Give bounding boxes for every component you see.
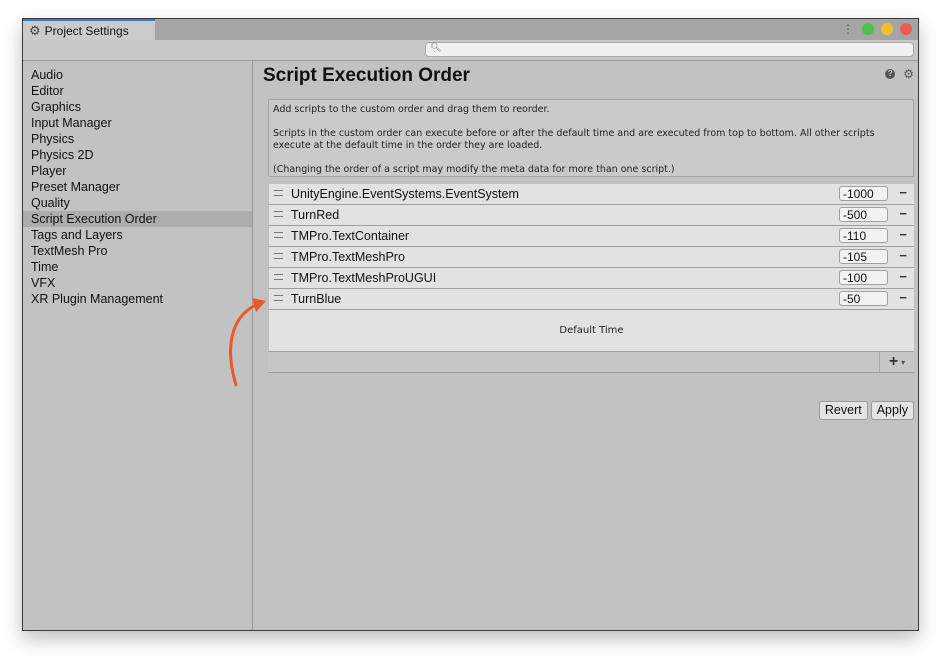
script-row[interactable]: UnityEngine.EventSystems.EventSystem -100…	[268, 184, 914, 205]
more-options-icon[interactable]: ⋮	[842, 22, 854, 36]
remove-script-button[interactable]: −	[899, 206, 907, 221]
script-name: TMPro.TextMeshPro	[291, 250, 405, 264]
sidebar-list: Audio Editor Graphics Input Manager Physics P…	[23, 61, 252, 307]
info-line-3: (Changing the order of a script may modi…	[273, 164, 675, 175]
sidebar-item-quality[interactable]: Quality	[23, 195, 252, 211]
tab-title: Project Settings	[44, 23, 129, 38]
header-icons: ? ⚙	[885, 68, 914, 80]
order-input[interactable]: -100	[839, 270, 888, 285]
settings-gear-icon[interactable]: ⚙	[903, 68, 914, 80]
drag-handle-icon[interactable]	[274, 190, 283, 196]
sidebar-item-physics[interactable]: Physics	[23, 131, 252, 147]
sidebar-item-tags-and-layers[interactable]: Tags and Layers	[23, 227, 252, 243]
search-icon: 🔍︎	[430, 42, 442, 52]
project-settings-window: ⚙ Project Settings ⋮ 🔍︎ Audio Editor Graph…	[22, 18, 919, 631]
action-buttons: Revert Apply	[818, 401, 914, 420]
plus-icon: +	[888, 353, 899, 370]
gear-icon: ⚙	[29, 22, 41, 38]
order-input[interactable]: -50	[839, 291, 888, 306]
sidebar-item-script-execution-order[interactable]: Script Execution Order	[23, 211, 252, 227]
script-name: TMPro.TextContainer	[291, 229, 410, 243]
script-name: TurnRed	[291, 208, 340, 222]
sidebar-item-audio[interactable]: Audio	[23, 67, 252, 83]
sidebar-item-physics-2d[interactable]: Physics 2D	[23, 147, 252, 163]
drag-handle-icon[interactable]	[274, 274, 283, 280]
default-time-label: Default Time	[559, 325, 624, 336]
window-controls: ⋮	[842, 22, 912, 36]
sidebar-item-player[interactable]: Player	[23, 163, 252, 179]
sidebar-item-textmesh-pro[interactable]: TextMesh Pro	[23, 243, 252, 259]
remove-script-button[interactable]: −	[899, 248, 907, 263]
tab-project-settings[interactable]: ⚙ Project Settings	[23, 19, 155, 40]
sidebar-item-input-manager[interactable]: Input Manager	[23, 115, 252, 131]
info-line-2: Scripts in the custom order can execute …	[273, 128, 875, 151]
script-row[interactable]: TMPro.TextContainer -110−	[268, 226, 914, 247]
script-name: TurnBlue	[291, 292, 342, 306]
script-row[interactable]: TMPro.TextMeshPro -105−	[268, 247, 914, 268]
script-name: UnityEngine.EventSystems.EventSystem	[291, 187, 519, 201]
drag-handle-icon[interactable]	[274, 211, 283, 217]
sidebar-item-graphics[interactable]: Graphics	[23, 99, 252, 115]
default-time-row: Default Time	[268, 310, 914, 352]
remove-script-button[interactable]: −	[899, 227, 907, 242]
sidebar: Audio Editor Graphics Input Manager Physics P…	[23, 61, 253, 630]
sidebar-item-xr-plugin-management[interactable]: XR Plugin Management	[23, 291, 252, 307]
sidebar-item-time[interactable]: Time	[23, 259, 252, 275]
script-order-list: UnityEngine.EventSystems.EventSystem -100…	[268, 184, 914, 373]
drag-handle-icon[interactable]	[274, 232, 283, 238]
search-input[interactable]: 🔍︎	[425, 42, 914, 57]
remove-script-button[interactable]: −	[899, 185, 907, 200]
revert-button[interactable]: Revert	[818, 401, 868, 420]
info-box: Add scripts to the custom order and drag…	[268, 99, 914, 177]
apply-button[interactable]: Apply	[870, 401, 914, 420]
close-button[interactable]	[900, 23, 912, 35]
add-script-button[interactable]: + ▾	[879, 352, 914, 372]
sidebar-item-editor[interactable]: Editor	[23, 83, 252, 99]
script-name: TMPro.TextMeshProUGUI	[291, 271, 437, 285]
page-title: Script Execution Order	[263, 65, 470, 86]
remove-script-button[interactable]: −	[899, 269, 907, 284]
maximize-button[interactable]	[881, 23, 893, 35]
chevron-down-icon: ▾	[901, 357, 906, 367]
script-row[interactable]: TurnBlue -50−	[268, 289, 914, 310]
minimize-button[interactable]	[862, 23, 874, 35]
script-row[interactable]: TurnRed -500−	[268, 205, 914, 226]
drag-handle-icon[interactable]	[274, 253, 283, 259]
remove-script-button[interactable]: −	[899, 290, 907, 305]
order-input[interactable]: -110	[839, 228, 888, 243]
title-bar: ⚙ Project Settings ⋮	[23, 19, 918, 41]
info-line-1: Add scripts to the custom order and drag…	[273, 104, 550, 115]
script-row[interactable]: TMPro.TextMeshProUGUI -100−	[268, 268, 914, 289]
sidebar-item-preset-manager[interactable]: Preset Manager	[23, 179, 252, 195]
order-input[interactable]: -1000	[839, 186, 888, 201]
order-input[interactable]: -105	[839, 249, 888, 264]
annotation-arrow-icon	[229, 298, 266, 387]
main-panel: Script Execution Order ? ⚙ Add scripts t…	[253, 61, 918, 630]
order-input[interactable]: -500	[839, 207, 888, 222]
help-icon[interactable]: ?	[885, 69, 896, 79]
sidebar-item-vfx[interactable]: VFX	[23, 275, 252, 291]
list-footer: + ▾	[268, 352, 914, 373]
toolbar: 🔍︎	[23, 40, 918, 61]
drag-handle-icon[interactable]	[274, 295, 283, 301]
